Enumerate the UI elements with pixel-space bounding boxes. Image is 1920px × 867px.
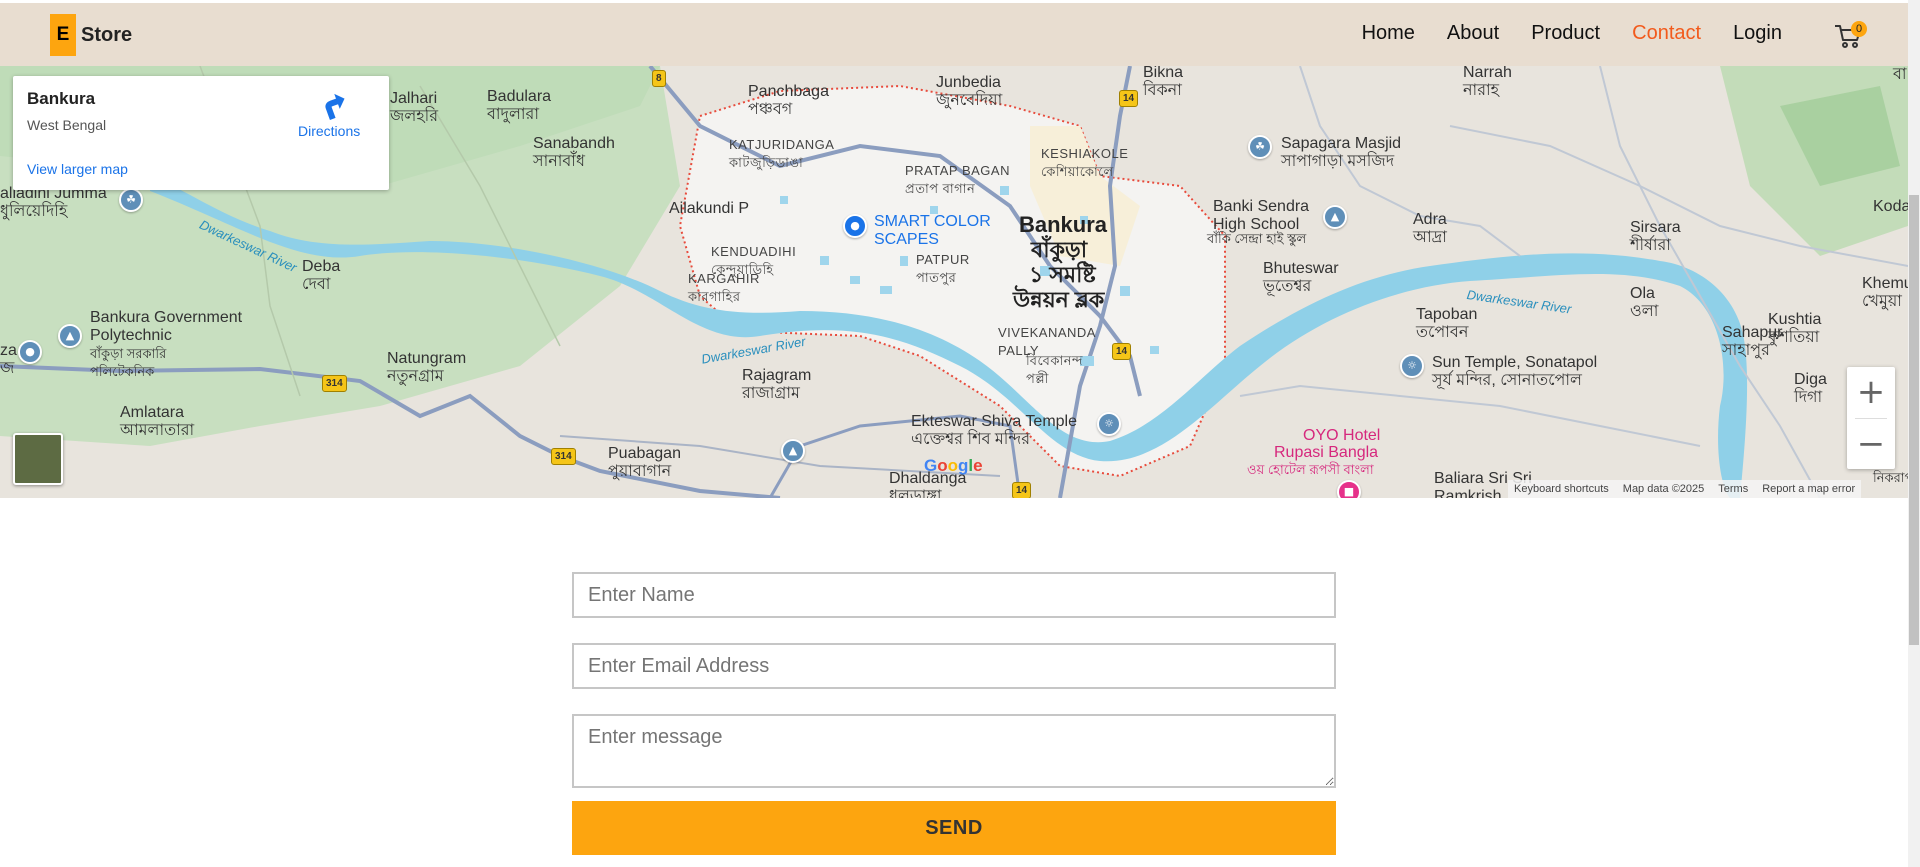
map-label-bankura: Bankura: [1019, 212, 1108, 237]
poi-icon[interactable]: ●: [18, 340, 42, 364]
place-title: Bankura: [27, 89, 96, 108]
map-data-credit: Map data ©2025: [1622, 483, 1705, 495]
map-label: Ola ওলা: [1630, 285, 1659, 320]
map-label: Rajagram রাজাগ্রাম: [742, 367, 812, 402]
map-label: KESHIAKOLE কেশিয়াকোলে: [1041, 146, 1129, 179]
map-label: বাঁকি সেন্দ্রা হাই স্কুল: [1207, 231, 1307, 246]
map-label: Natungram নতুনগ্রাম: [387, 350, 467, 385]
map-label: Banki Sendra High School: [1213, 198, 1310, 233]
road-shield: 314: [551, 448, 576, 465]
nav-contact[interactable]: Contact: [1632, 22, 1701, 45]
map-label: Bhuteswar ভূতেশ্বর: [1263, 260, 1339, 295]
map-label: বাঁকুড়া সরকারি পলিটেকনিক: [90, 346, 167, 379]
poi-icon[interactable]: ☘: [119, 188, 143, 212]
map-label: Badulara বাদুলারা: [487, 88, 552, 123]
zoom-out-button[interactable]: −: [1847, 419, 1895, 469]
map-label: Koda: [1873, 198, 1908, 215]
map-footer: Keyboard shortcuts Map data ©2025 Terms …: [1508, 480, 1862, 498]
map-label: Jalhari জলহরি: [390, 90, 439, 125]
map-label: ১ সমষ্টি: [1029, 262, 1096, 287]
place-info-card: Bankura West Bengal View larger map Dire…: [13, 76, 389, 190]
map-label: KARGAHIR কারগাহির: [688, 271, 760, 304]
nav-about[interactable]: About: [1447, 22, 1499, 45]
main-nav: Home About Product Contact Login: [1330, 22, 1782, 45]
logo-text: Store: [81, 23, 133, 46]
directions-icon[interactable]: [318, 90, 348, 120]
nav-login[interactable]: Login: [1733, 22, 1782, 45]
nav-product[interactable]: Product: [1531, 22, 1600, 45]
map-label: উন্নয়ন ব্লক: [1013, 287, 1105, 312]
map-label: Khemu খেমুয়া: [1862, 275, 1908, 310]
page-scrollbar-thumb[interactable]: [1909, 195, 1919, 645]
map-label: Puabagan পুয়াবাগান: [608, 445, 681, 480]
map-label: ওয় হোটেল রূপসী বাংলা: [1247, 462, 1374, 477]
brand-logo[interactable]: E Store: [50, 14, 132, 56]
road-shield: 314: [322, 375, 347, 392]
road-shield: 14: [1119, 90, 1139, 107]
map-label: aliadini Jumma ধুলিয়েদিহি: [0, 185, 107, 220]
map-label: Sahapur সাহাপুর: [1722, 324, 1783, 359]
map-label: Diga দিগা: [1794, 371, 1827, 406]
map-label: Ailakundi P: [669, 200, 750, 217]
road-shield: 14: [1112, 343, 1132, 360]
map-label: Sanabandh সানাবাঁধ: [533, 135, 615, 170]
poi-icon[interactable]: ▲: [1323, 205, 1347, 229]
poi-icon[interactable]: ☼: [1400, 354, 1424, 378]
map-label: Sun Temple, Sonatapol সূর্য মন্দির, সোনাত…: [1432, 354, 1598, 389]
map-label: Junbedia জুনবেদিয়া: [936, 74, 1003, 109]
keyboard-shortcuts-link[interactable]: Keyboard shortcuts: [1514, 483, 1609, 495]
poi-icon[interactable]: ▲: [58, 324, 82, 348]
road-shield: 14: [1012, 482, 1032, 498]
map-label: za জ: [0, 342, 17, 377]
satellite-toggle[interactable]: [13, 433, 63, 485]
site-header: E Store Home About Product Contact Login…: [0, 3, 1908, 66]
map-label: Sapagara Masjid সাপাগাড়া মসজিদ: [1281, 135, 1402, 170]
map-label: বা: [1893, 66, 1907, 83]
map-label: Bikna বিকনা: [1143, 66, 1184, 99]
map-label: Ekteswar Shiva Temple এক্তেশ্বর শিব মন্দি…: [911, 413, 1077, 448]
poi-icon[interactable]: ☼: [1097, 412, 1121, 436]
map-label: বিবেকানন্দ পল্লী: [1026, 353, 1083, 386]
map-label: Rupasi Bangla: [1274, 444, 1379, 461]
message-input[interactable]: [572, 714, 1336, 788]
place-subtitle: West Bengal: [27, 117, 107, 133]
map-label: KATJURIDANGA কাটজুড়িডাঙা: [729, 137, 835, 170]
map-label: Amlatara আমলাতারা: [120, 404, 195, 439]
map-label: SMART COLOR SCAPES: [874, 213, 991, 248]
zoom-in-button[interactable]: +: [1847, 367, 1895, 417]
send-button[interactable]: SEND: [572, 801, 1336, 855]
road-shield: 8: [652, 70, 666, 87]
map-label: Tapoban তপোবন: [1416, 306, 1478, 341]
logo-mark: E: [50, 14, 76, 56]
view-larger-map-link[interactable]: View larger map: [27, 161, 128, 177]
poi-icon[interactable]: ▲: [781, 439, 805, 463]
poi-icon[interactable]: ■: [1337, 480, 1361, 498]
google-logo: Google: [924, 456, 983, 475]
cart-count-badge: 0: [1851, 21, 1867, 37]
map-label: Sirsara শীর্ষারা: [1630, 219, 1681, 254]
poi-icon[interactable]: ☘: [1248, 135, 1272, 159]
directions-link[interactable]: Directions: [298, 123, 360, 139]
map-label: PRATAP BAGAN প্রতাপ বাগান: [905, 163, 1010, 196]
name-input[interactable]: [572, 572, 1336, 618]
terms-link[interactable]: Terms: [1718, 483, 1748, 495]
map-label: Panchbaga পঞ্চবগ: [748, 83, 829, 118]
map-label: Narrah নারাহ: [1463, 66, 1512, 99]
map-label-bankura-bn: বাঁকুড়া: [1031, 237, 1088, 262]
contact-form: SEND: [572, 572, 1336, 855]
map-label: Deba দেবা: [302, 258, 341, 293]
map-label: PATPUR পাতপুর: [916, 252, 970, 285]
report-error-link[interactable]: Report a map error: [1762, 483, 1855, 495]
map-label: OYO Hotel: [1303, 427, 1381, 444]
nav-home[interactable]: Home: [1362, 22, 1415, 45]
email-input[interactable]: [572, 643, 1336, 689]
map-label: নিকরাপুর: [1873, 470, 1908, 485]
zoom-controls: + −: [1847, 367, 1895, 469]
map-label: Adra আদ্রা: [1413, 211, 1447, 246]
poi-icon[interactable]: ●: [843, 214, 867, 238]
map-label: Bankura Government Polytechnic: [90, 309, 243, 344]
